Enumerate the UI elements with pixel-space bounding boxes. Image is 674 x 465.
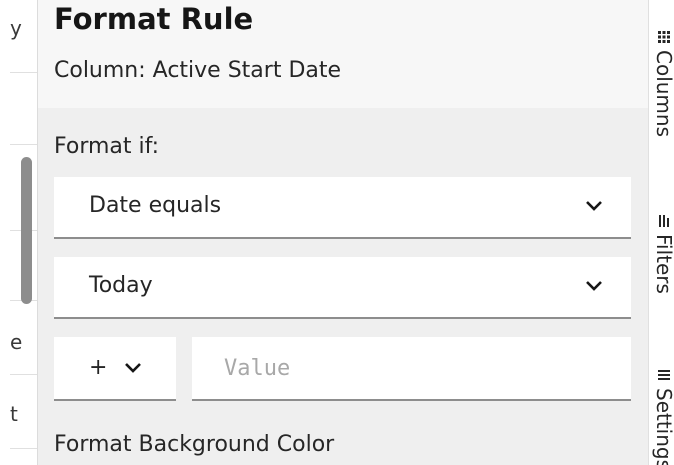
- chevron-down-icon: [586, 281, 602, 291]
- panel-header: Format Rule Column: Active Start Date: [38, 0, 648, 108]
- row-divider: [10, 448, 37, 449]
- tab-settings-label: Settings: [652, 388, 674, 465]
- date-dropdown[interactable]: Today: [54, 257, 631, 319]
- row-divider: [10, 374, 37, 375]
- chevron-down-icon: [586, 201, 602, 211]
- filter-icon: [659, 215, 669, 227]
- condition-dropdown-value: Date equals: [89, 193, 222, 218]
- row-divider: [10, 72, 37, 73]
- clipped-text-fragment: t: [10, 402, 18, 426]
- row-divider: [10, 144, 37, 145]
- column-caption: Column: Active Start Date: [54, 58, 342, 83]
- clipped-text-fragment: y: [10, 16, 22, 40]
- side-tab-rail: Columns Filters Settings: [648, 0, 674, 465]
- operator-dropdown-value: +: [89, 355, 108, 380]
- value-input[interactable]: [192, 337, 631, 401]
- vertical-scrollbar[interactable]: [21, 157, 32, 304]
- tab-filters-label: Filters: [652, 234, 674, 294]
- clipped-text-fragment: e: [10, 330, 23, 354]
- panel-title: Format Rule: [54, 2, 254, 36]
- format-if-label: Format if:: [54, 134, 160, 159]
- chevron-down-icon: [125, 363, 141, 373]
- date-dropdown-value: Today: [89, 273, 153, 298]
- operator-dropdown[interactable]: +: [54, 337, 176, 401]
- grid-icon: [658, 31, 670, 43]
- condition-dropdown[interactable]: Date equals: [54, 177, 631, 239]
- menu-icon: [658, 370, 670, 380]
- tab-columns-label: Columns: [652, 50, 674, 138]
- format-rule-panel: Format Rule Column: Active Start Date Fo…: [37, 0, 648, 465]
- background-grid-strip: y e t: [0, 0, 37, 465]
- background-color-label: Format Background Color: [54, 432, 335, 457]
